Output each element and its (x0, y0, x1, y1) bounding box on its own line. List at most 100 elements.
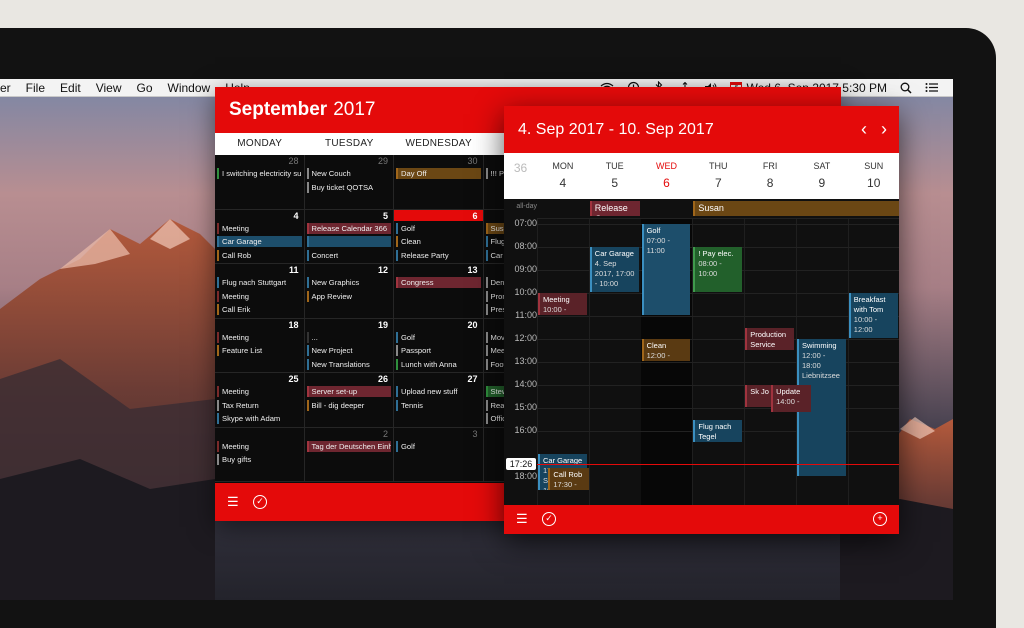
month-event[interactable]: Golf (396, 331, 481, 343)
month-event[interactable]: New Project (306, 345, 392, 356)
month-event[interactable]: New Graphics (306, 277, 392, 288)
month-event[interactable]: Passport (396, 345, 481, 356)
allday-event[interactable]: Release C... (589, 201, 640, 216)
month-event[interactable]: I switching electricity su... (217, 168, 302, 179)
month-day-cell[interactable]: 5 Release Calendar 366 Concert (304, 209, 394, 264)
month-event[interactable]: Server set-up (306, 386, 391, 397)
month-day-cell[interactable]: 28 I switching electricity su... (215, 155, 305, 210)
month-day-cell[interactable]: 3 Golf (394, 427, 484, 482)
day-number: 29 (377, 156, 388, 166)
week-day-column-header[interactable]: THU 7 (692, 153, 744, 199)
week-day-column-header[interactable]: SUN 10 (848, 153, 899, 199)
month-day-cell[interactable]: 30 Day Off (394, 155, 484, 210)
hour-label: 15:00 (514, 402, 537, 412)
spotlight-search-icon[interactable] (899, 81, 913, 95)
month-day-cell[interactable]: 25 Meeting Tax Return Skype with Adam (215, 373, 305, 428)
todo-check-icon[interactable]: ✓ (253, 495, 267, 509)
month-day-cell[interactable]: 13 Congress (394, 264, 484, 319)
week-event-title: Call Rob (553, 469, 583, 479)
week-menu-hamburger-icon[interactable]: ☰ (516, 512, 528, 526)
month-event[interactable]: Buy ticket QOTSA (306, 181, 392, 193)
prev-week-button[interactable]: ‹ (861, 119, 867, 140)
menu-view[interactable]: View (96, 81, 122, 95)
month-day-cell[interactable]: 6 Golf Clean Release Party (394, 209, 484, 264)
month-event[interactable]: Lunch with Anna (396, 358, 481, 370)
week-event[interactable]: Meeting10:00 - 11:00 (538, 293, 587, 315)
week-day-name: SAT (813, 161, 831, 171)
week-event[interactable]: Call Rob17:30 - 19:00 (548, 467, 589, 490)
month-event[interactable]: Meeting (217, 440, 302, 452)
week-event[interactable]: Golf 07:00 - 11:00 (641, 224, 691, 315)
notification-center-icon[interactable] (925, 81, 939, 95)
week-day-column-header[interactable]: MON 4 (537, 153, 589, 199)
month-event[interactable]: Car Garage (217, 236, 302, 247)
month-day-cell[interactable]: 19...New ProjectNew TranslationsBrainsto… (304, 318, 394, 373)
month-event[interactable]: Flug nach Stuttgart (217, 277, 302, 288)
month-event[interactable]: New Translations (306, 358, 392, 370)
week-event[interactable]: Breakfast with Tom 10:00 - 12:00 (848, 293, 898, 338)
month-event[interactable]: Call Erik (217, 304, 302, 315)
month-day-cell[interactable]: 2 Tag der Deutschen Einh... (304, 427, 394, 482)
month-day-cell[interactable]: 18 Meeting Feature List (215, 318, 305, 373)
month-event[interactable]: Meeting (217, 386, 302, 397)
month-day-cell[interactable]: 29 New Couch Buy ticket QOTSA (304, 155, 394, 210)
week-event[interactable]: ! Pay elec. 08:00 - 10:00 (693, 247, 743, 292)
month-day-cell[interactable]: 4 Meeting Car Garage Call Rob (215, 209, 305, 264)
menu-go[interactable]: Go (137, 81, 153, 95)
month-event[interactable]: New Couch (306, 168, 392, 179)
month-event[interactable]: Golf (396, 222, 481, 234)
week-day-column-header[interactable]: TUE 5 (589, 153, 641, 199)
week-event-time: 12:00 - 18:00 Liebnitzsee (802, 351, 840, 380)
next-week-button[interactable]: › (881, 119, 887, 140)
month-event[interactable]: App Review (306, 290, 392, 302)
month-day-cell[interactable]: 20 Golf Passport Lunch with Anna (394, 318, 484, 373)
month-event[interactable]: Feature List (217, 345, 302, 356)
week-event[interactable]: Clean12:00 - 13:00 (641, 339, 691, 361)
menu-file[interactable]: File (26, 81, 45, 95)
week-day-column-header[interactable]: FRI 8 (744, 153, 796, 199)
month-day-cell[interactable]: Meeting Buy gifts (215, 427, 305, 482)
month-event[interactable]: Concert (306, 249, 392, 261)
month-event[interactable] (306, 236, 391, 247)
month-title: September (229, 99, 328, 120)
allday-event[interactable]: Susan (693, 201, 899, 216)
week-todo-check-icon[interactable]: ✓ (542, 512, 556, 526)
week-add-event-icon[interactable]: + (873, 512, 887, 526)
month-event[interactable]: Golf (396, 440, 481, 452)
month-event[interactable]: Clean (396, 236, 481, 247)
month-day-cell[interactable]: 12 New Graphics App Review (304, 264, 394, 319)
month-event[interactable]: Meeting (217, 222, 302, 234)
week-event[interactable]: Update 14:00 - (771, 385, 812, 412)
week-event[interactable]: Production Service (745, 327, 794, 350)
month-event[interactable]: Release Calendar 366 (306, 222, 391, 234)
week-event[interactable]: Flug nach Tegel (693, 419, 743, 442)
week-day-column-header[interactable]: SAT 9 (796, 153, 848, 199)
month-day-cell[interactable]: 26 Server set-up Bill - dig deeper (304, 373, 394, 428)
month-event[interactable]: Call Rob (217, 249, 302, 261)
week-event[interactable]: Car Garage 4. Sep 2017, 17:00 - 10:00 (589, 247, 639, 292)
week-event-time: 17:30 - 19:00 (553, 479, 577, 489)
day-number: 28 (288, 156, 299, 166)
month-day-cell[interactable]: 27 Upload new stuff Tennis (394, 373, 484, 428)
menu-window[interactable]: Window (168, 81, 211, 95)
menu-edit[interactable]: Edit (60, 81, 81, 95)
menu-hamburger-icon[interactable]: ☰ (227, 495, 239, 509)
month-event[interactable]: ... (306, 331, 392, 343)
day-number: 26 (377, 374, 388, 384)
month-event[interactable]: Skype with Adam (217, 413, 302, 424)
month-event[interactable]: Day Off (396, 168, 481, 179)
app-menu[interactable]: er (0, 81, 11, 95)
month-event[interactable]: Tax Return (217, 399, 302, 411)
month-event[interactable]: Upload new stuff (396, 386, 481, 397)
month-event[interactable]: Tennis (396, 399, 481, 411)
month-event[interactable]: Release Party (396, 249, 481, 261)
week-day-column-header[interactable]: WED 6 (641, 153, 693, 199)
month-event[interactable]: Meeting (217, 290, 302, 302)
month-day-cell[interactable]: 11 Flug nach Stuttgart Meeting Call Erik (215, 264, 305, 319)
month-event[interactable]: Congress (396, 277, 481, 288)
month-event[interactable]: Meeting (217, 331, 302, 343)
month-event[interactable]: Tag der Deutschen Einh... (306, 440, 391, 452)
week-day-column-header[interactable]: 36 (504, 153, 537, 199)
month-event[interactable]: Buy gifts (217, 454, 302, 465)
month-event[interactable]: Bill - dig deeper (306, 399, 392, 411)
